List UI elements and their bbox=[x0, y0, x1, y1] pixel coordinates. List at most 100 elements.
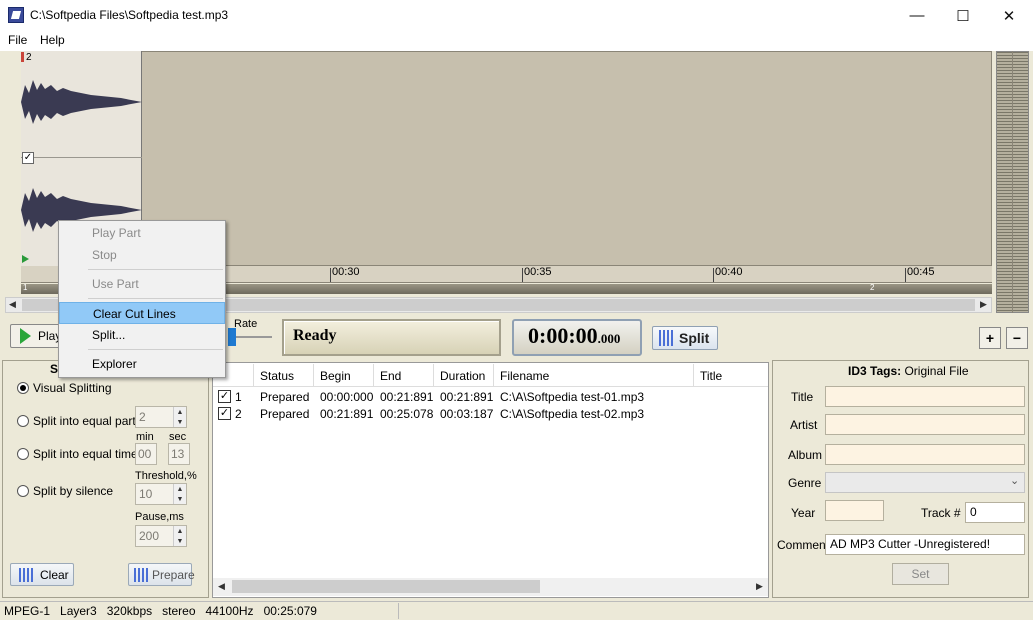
menu-separator bbox=[88, 298, 223, 299]
radio-equal-time[interactable] bbox=[17, 448, 29, 460]
menu-item-split[interactable]: Split... bbox=[59, 324, 225, 346]
timeline-tick bbox=[522, 268, 523, 282]
cell-end: 00:21:891 bbox=[380, 390, 434, 404]
status-samplerate: 44100Hz bbox=[205, 604, 254, 618]
menu-item-play-part[interactable]: Play Part bbox=[59, 222, 225, 244]
set-button[interactable]: Set bbox=[892, 563, 949, 585]
menu-help[interactable]: Help bbox=[40, 33, 65, 47]
menu-file[interactable]: File bbox=[8, 33, 27, 47]
threshold-stepper[interactable]: ▲ ▼ bbox=[173, 484, 186, 504]
scroll-left-icon[interactable]: ◀ bbox=[9, 299, 16, 310]
id3-label-genre: Genre bbox=[788, 476, 822, 490]
track-field[interactable]: 0 bbox=[965, 502, 1025, 523]
window-title: C:\Softpedia Files\Softpedia test.mp3 bbox=[30, 8, 229, 22]
id3-label-album: Album bbox=[788, 448, 823, 462]
radio-visual-splitting[interactable] bbox=[17, 382, 29, 394]
table-header bbox=[213, 363, 768, 387]
column-title[interactable]: Title bbox=[700, 369, 722, 383]
maximize-button[interactable]: ☐ bbox=[940, 0, 986, 31]
menu-separator bbox=[88, 269, 223, 270]
pause-stepper[interactable]: ▲ ▼ bbox=[173, 526, 186, 546]
rate-label: Rate bbox=[234, 318, 258, 330]
timeline-tick bbox=[905, 268, 906, 282]
play-icon bbox=[20, 328, 31, 344]
timeline-tick bbox=[330, 268, 331, 282]
timeline-label: 00:30 bbox=[332, 266, 360, 278]
radio-equal-parts[interactable] bbox=[17, 415, 29, 427]
id3-label-year: Year bbox=[791, 506, 816, 520]
timeline-label: 00:40 bbox=[715, 266, 743, 278]
zoom-out-button[interactable]: − bbox=[1006, 327, 1028, 349]
column-separator bbox=[433, 364, 434, 386]
cell-filename: C:\A\Softpedia test-02.mp3 bbox=[500, 407, 645, 421]
minimize-button[interactable]: — bbox=[894, 0, 940, 31]
id3-title: ID3 Tags: Original File bbox=[848, 364, 969, 378]
menu-item-stop[interactable]: Stop bbox=[59, 244, 225, 266]
comment-field[interactable]: AD MP3 Cutter -Unregistered! bbox=[825, 534, 1025, 555]
year-field[interactable] bbox=[825, 500, 884, 521]
parts-value: 2 bbox=[139, 410, 146, 424]
table-scroll-right-icon[interactable]: ▶ bbox=[756, 581, 763, 592]
rate-slider-thumb[interactable] bbox=[228, 328, 236, 346]
status-channels: stereo bbox=[162, 604, 196, 618]
prepare-label: Prepare bbox=[152, 568, 195, 582]
id3-title-rest: Original File bbox=[904, 364, 969, 378]
timeline-label: 00:45 bbox=[907, 266, 935, 278]
rate-slider-track[interactable] bbox=[236, 336, 272, 338]
column-separator bbox=[373, 364, 374, 386]
table-scroll-left-icon[interactable]: ◀ bbox=[218, 581, 225, 592]
menu-separator bbox=[88, 349, 223, 350]
column-duration[interactable]: Duration bbox=[440, 369, 485, 383]
status-format: MPEG-1 bbox=[4, 604, 51, 618]
column-begin[interactable]: Begin bbox=[320, 369, 351, 383]
zoom-in-button[interactable]: + bbox=[979, 327, 1001, 349]
timeline-tick bbox=[713, 268, 714, 282]
radio-label: Split by silence bbox=[33, 484, 114, 498]
column-end[interactable]: End bbox=[380, 369, 401, 383]
channel-checkbox[interactable]: ✓ bbox=[22, 152, 34, 164]
split-panel-title: S bbox=[50, 362, 59, 376]
table-scrollbar-thumb[interactable] bbox=[232, 580, 540, 593]
cell-duration: 00:21:891 bbox=[440, 390, 494, 404]
menu-item-explorer[interactable]: Explorer bbox=[59, 353, 225, 375]
cut-marker[interactable] bbox=[21, 52, 24, 62]
genre-select[interactable] bbox=[825, 472, 1025, 493]
cell-status: Prepared bbox=[260, 407, 310, 421]
cell-begin: 00:21:891 bbox=[320, 407, 374, 421]
title-field[interactable] bbox=[825, 386, 1025, 407]
min-value: 00 bbox=[138, 447, 152, 461]
row-checkbox[interactable]: ✓ bbox=[218, 407, 231, 420]
cell-duration: 00:03:187 bbox=[440, 407, 494, 421]
album-field[interactable] bbox=[825, 444, 1025, 465]
status-text: Ready bbox=[293, 327, 337, 344]
column-status[interactable]: Status bbox=[260, 369, 294, 383]
scroll-right-icon[interactable]: ▶ bbox=[980, 299, 987, 310]
column-filename[interactable]: Filename bbox=[500, 369, 549, 383]
cell-status: Prepared bbox=[260, 390, 310, 404]
parts-stepper[interactable]: ▲ ▼ bbox=[173, 407, 186, 427]
radio-label: Split into equal parts bbox=[33, 414, 142, 428]
pause-value: 200 bbox=[139, 529, 160, 543]
column-separator bbox=[493, 364, 494, 386]
id3-label-comment: Comment bbox=[777, 538, 830, 552]
part-label: 2 bbox=[870, 283, 875, 292]
pause-label: Pause,ms bbox=[135, 511, 184, 523]
status-layer: Layer3 bbox=[60, 604, 97, 618]
id3-label-track: Track # bbox=[921, 506, 961, 520]
close-button[interactable]: ✕ bbox=[986, 0, 1032, 31]
radio-label: Split into equal time bbox=[33, 447, 138, 461]
play-position-marker[interactable] bbox=[22, 255, 29, 263]
min-label: min bbox=[136, 431, 154, 443]
app-icon bbox=[8, 7, 24, 23]
clear-label: Clear bbox=[40, 568, 69, 582]
column-separator bbox=[313, 364, 314, 386]
clear-icon bbox=[19, 568, 35, 582]
row-checkbox[interactable]: ✓ bbox=[218, 390, 231, 403]
cell-end: 00:25:078 bbox=[380, 407, 434, 421]
status-bitrate: 320kbps bbox=[106, 604, 153, 618]
menu-item-use-part[interactable]: Use Part bbox=[59, 273, 225, 295]
vu-divider bbox=[1012, 51, 1013, 313]
menu-item-clear-cut-lines[interactable]: Clear Cut Lines bbox=[59, 302, 225, 324]
artist-field[interactable] bbox=[825, 414, 1025, 435]
radio-by-silence[interactable] bbox=[17, 485, 29, 497]
